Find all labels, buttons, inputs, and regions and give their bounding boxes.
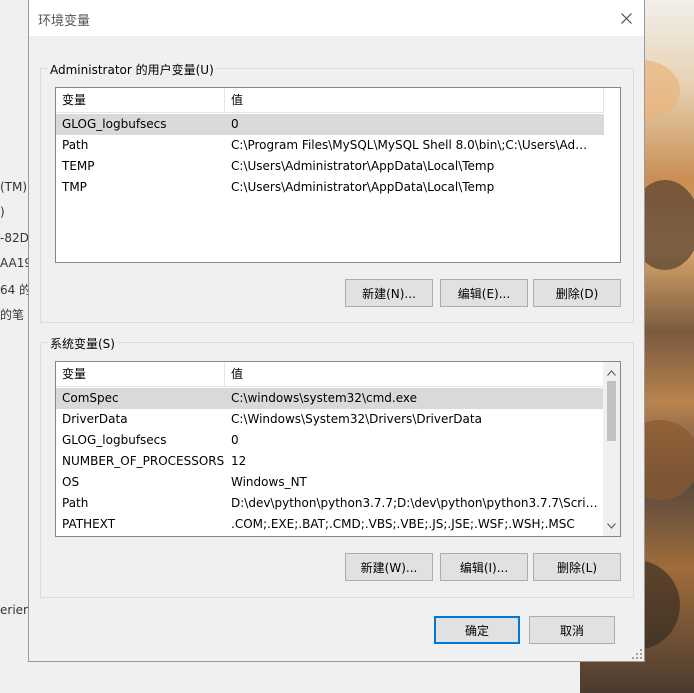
- background-text: AA19: [0, 256, 30, 270]
- table-row[interactable]: TEMP C:\Users\Administrator\AppData\Local…: [56, 156, 604, 177]
- table-row[interactable]: GLOG_logbufsecs 0: [56, 114, 604, 135]
- background-text: ): [0, 205, 5, 219]
- system-variables-list[interactable]: 变量 值 ComSpec C:\windows\system32\cmd.exe D…: [55, 361, 621, 537]
- variable-name: OS: [62, 475, 80, 489]
- user-delete-button[interactable]: 删除(D): [533, 279, 621, 307]
- user-variables-label: Administrator 的用户变量(U): [48, 61, 216, 78]
- variable-value: 0: [231, 117, 239, 131]
- table-row[interactable]: TMP C:\Users\Administrator\AppData\Local\…: [56, 177, 604, 198]
- scroll-up-button[interactable]: [603, 364, 620, 381]
- user-variables-rows: GLOG_logbufsecs 0 Path C:\Program Files\MyS…: [56, 114, 604, 198]
- variable-value: 12: [231, 454, 247, 468]
- column-header-value[interactable]: 值: [225, 362, 604, 387]
- background-text: erien: [0, 603, 30, 617]
- variable-name: ComSpec: [62, 391, 119, 405]
- user-variables-header: 变量 值: [56, 88, 604, 113]
- variable-name: GLOG_logbufsecs: [62, 117, 167, 131]
- scroll-thumb[interactable]: [607, 381, 616, 441]
- table-row[interactable]: Path D:\dev\python\python3.7.7;D:\dev\pyt…: [56, 493, 604, 514]
- table-row[interactable]: DriverData C:\Windows\System32\Drivers\Dr…: [56, 409, 604, 430]
- chevron-up-icon: [607, 369, 616, 376]
- table-row[interactable]: Path C:\Program Files\MySQL\MySQL Shell 8…: [56, 135, 604, 156]
- dialog-title: 环境变量: [38, 14, 91, 29]
- variable-name: Path: [62, 138, 89, 152]
- variable-value: 0: [231, 433, 239, 447]
- table-row[interactable]: NUMBER_OF_PROCESSORS 12: [56, 451, 604, 472]
- variable-name: NUMBER_OF_PROCESSORS: [62, 454, 225, 468]
- column-header-variable[interactable]: 变量: [56, 362, 225, 387]
- table-row[interactable]: ComSpec C:\windows\system32\cmd.exe: [56, 388, 604, 409]
- column-header-variable[interactable]: 变量: [56, 88, 225, 113]
- variable-name: TEMP: [62, 159, 95, 173]
- close-icon: [620, 12, 632, 24]
- system-new-button[interactable]: 新建(W)...: [345, 553, 433, 581]
- cancel-button[interactable]: 取消: [529, 616, 615, 644]
- variable-name: Path: [62, 496, 89, 510]
- chevron-down-icon: [607, 522, 616, 529]
- variable-value: C:\Users\Administrator\AppData\Local\Tem…: [231, 159, 495, 173]
- system-variables-header: 变量 值: [56, 362, 604, 387]
- table-row[interactable]: OS Windows_NT: [56, 472, 604, 493]
- variable-value: C:\Users\Administrator\AppData\Local\Tem…: [231, 180, 495, 194]
- background-text: 的笔: [0, 308, 25, 322]
- title-bar: 环境变量: [29, 0, 644, 36]
- table-row[interactable]: GLOG_logbufsecs 0: [56, 430, 604, 451]
- variable-name: DriverData: [62, 412, 128, 426]
- user-variables-list[interactable]: 变量 值 GLOG_logbufsecs 0 Path C:\Program File…: [55, 87, 621, 263]
- resize-grip-icon[interactable]: [632, 649, 642, 659]
- environment-variables-dialog: 环境变量 Administrator 的用户变量(U) 变量 值 GLOG_lo…: [28, 0, 645, 662]
- close-button[interactable]: [608, 0, 644, 36]
- background-window: (TM) ) -82D AA19 64 的 的笔 erien: [0, 0, 30, 693]
- system-variables-rows: ComSpec C:\windows\system32\cmd.exe Driver…: [56, 388, 604, 535]
- system-edit-button[interactable]: 编辑(I)...: [440, 553, 528, 581]
- column-header-value[interactable]: 值: [225, 88, 604, 113]
- variable-name: PATHEXT: [62, 517, 116, 531]
- variable-value: C:\Windows\System32\Drivers\DriverData: [231, 412, 482, 426]
- ok-button[interactable]: 确定: [434, 616, 520, 644]
- system-delete-button[interactable]: 删除(L): [533, 553, 621, 581]
- variable-value: .COM;.EXE;.BAT;.CMD;.VBS;.VBE;.JS;.JSE;.…: [231, 517, 575, 531]
- scroll-down-button[interactable]: [603, 517, 620, 534]
- variable-value: Windows_NT: [231, 475, 307, 489]
- background-text: -82D: [0, 231, 29, 245]
- user-edit-button[interactable]: 编辑(E)...: [440, 279, 528, 307]
- variable-name: TMP: [62, 180, 87, 194]
- variable-value: D:\dev\python\python3.7.7;D:\dev\python\…: [231, 496, 598, 510]
- variable-value: C:\Program Files\MySQL\MySQL Shell 8.0\b…: [231, 138, 598, 152]
- variable-name: GLOG_logbufsecs: [62, 433, 167, 447]
- background-text: 64 的: [0, 283, 30, 297]
- variable-value: C:\windows\system32\cmd.exe: [231, 391, 417, 405]
- system-variables-scrollbar[interactable]: [603, 362, 620, 536]
- table-row[interactable]: PATHEXT .COM;.EXE;.BAT;.CMD;.VBS;.VBE;.JS…: [56, 514, 604, 535]
- background-text: (TM): [0, 180, 28, 194]
- system-variables-label: 系统变量(S): [48, 335, 117, 352]
- user-new-button[interactable]: 新建(N)...: [345, 279, 433, 307]
